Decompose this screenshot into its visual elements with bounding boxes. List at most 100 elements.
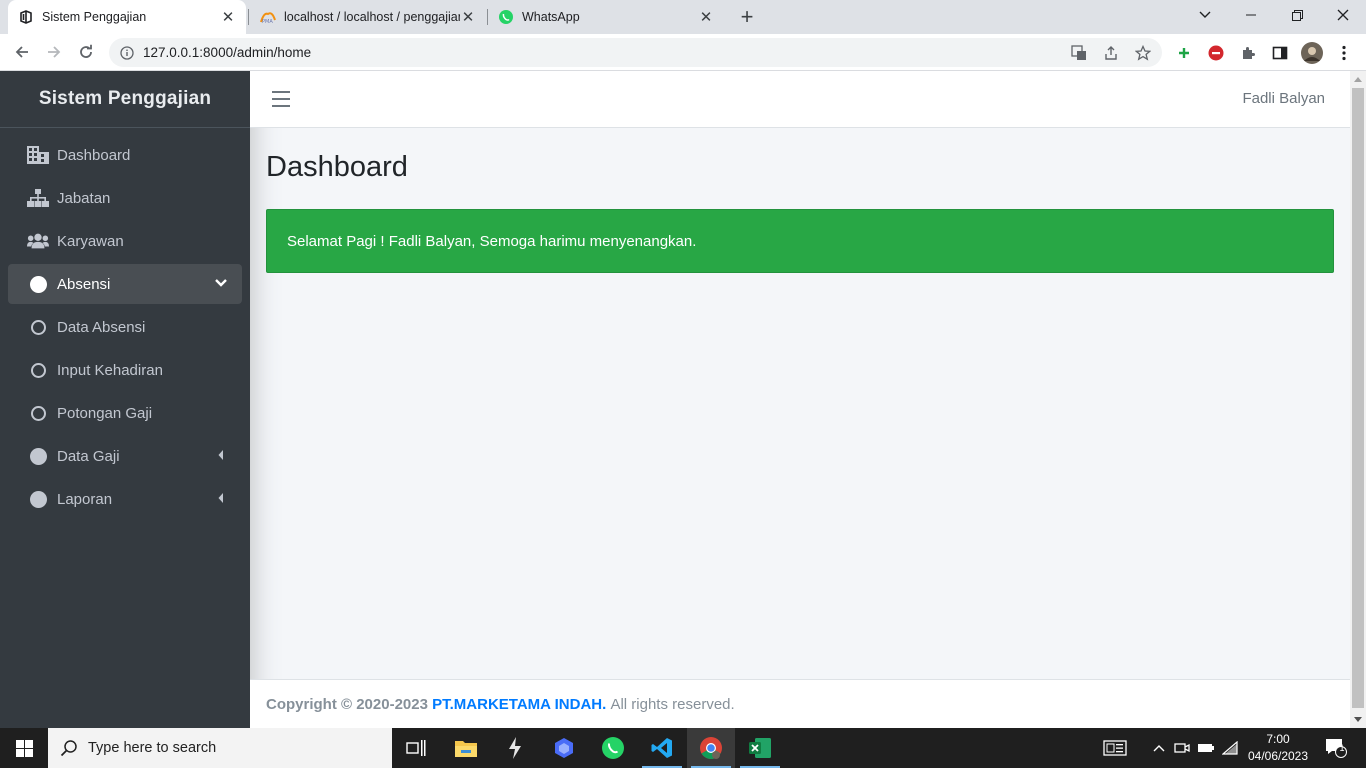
share-icon[interactable] [1102, 44, 1120, 62]
reload-button[interactable] [72, 38, 100, 66]
chevron-left-icon [214, 491, 228, 505]
extension-plus-icon[interactable] [1174, 43, 1194, 63]
chrome-icon[interactable] [687, 728, 735, 768]
windows-start-button[interactable] [0, 728, 48, 768]
sidebar-item-label: Dashboard [57, 146, 131, 164]
building-icon [27, 146, 49, 164]
top-navbar: Fadli Balyan [250, 71, 1350, 128]
vscode-icon[interactable] [638, 728, 686, 768]
company-link[interactable]: PT.MARKETAMA INDAH. [432, 696, 606, 713]
close-tab-icon[interactable]: ✕ [220, 9, 236, 26]
sidebar-item-label: Potongan Gaji [57, 404, 153, 422]
laravel-favicon-icon [18, 9, 34, 25]
windows-taskbar: Type here to search 7:00 04/06/2023 1 [0, 728, 1366, 768]
sidebar-item-jabatan[interactable]: Jabatan [8, 178, 242, 218]
close-window-button[interactable] [1320, 0, 1366, 30]
minimize-button[interactable] [1228, 0, 1274, 30]
sidebar-item-karyawan[interactable]: Karyawan [8, 221, 242, 261]
whatsapp-favicon-icon [498, 9, 514, 25]
new-tab-button[interactable]: + [733, 3, 761, 31]
forward-button[interactable] [40, 38, 68, 66]
clock-date: 04/06/2023 [1247, 749, 1309, 763]
notification-center-icon[interactable]: 1 [1323, 738, 1349, 758]
welcome-alert: Selamat Pagi ! Fadli Balyan, Semoga hari… [266, 209, 1334, 273]
brand-title[interactable]: Sistem Penggajian [0, 71, 250, 128]
sidebar-item-data-absensi[interactable]: Data Absensi [8, 307, 242, 347]
tab-title: WhatsApp [522, 10, 580, 24]
menu-toggle-icon[interactable] [272, 91, 290, 107]
sidebar-item-input-kehadiran[interactable]: Input Kehadiran [8, 350, 242, 390]
excel-icon[interactable] [736, 728, 784, 768]
sidebar-item-label: Input Kehadiran [57, 361, 163, 379]
address-bar[interactable]: 127.0.0.1:8000/admin/home [109, 38, 1162, 67]
notification-count: 1 [1339, 743, 1345, 753]
profile-avatar[interactable] [1300, 41, 1324, 65]
sidebar-item-laporan[interactable]: Laporan [8, 479, 242, 519]
sitemap-icon [27, 189, 49, 207]
browser-tab-strip: Sistem Penggajian ✕ PMA localhost / loca… [0, 0, 1366, 34]
sidebar-item-data-gaji[interactable]: Data Gaji [8, 436, 242, 476]
file-explorer-icon[interactable] [442, 728, 490, 768]
side-panel-icon[interactable] [1270, 43, 1290, 63]
extension-shield-icon[interactable] [1206, 43, 1226, 63]
chrome-menu-icon[interactable] [1334, 43, 1354, 63]
sidebar: Sistem Penggajian Dashboard Jabatan Kary… [0, 71, 250, 728]
circle-icon [27, 275, 49, 293]
whatsapp-app-icon[interactable] [589, 728, 637, 768]
restore-button[interactable] [1274, 0, 1320, 30]
taskbar-search-box[interactable]: Type here to search [48, 728, 392, 768]
chevron-down-icon [214, 276, 228, 290]
translate-icon[interactable] [1070, 44, 1088, 62]
tab-title: Sistem Penggajian [42, 10, 147, 24]
taskbar-clock[interactable]: 7:00 04/06/2023 [1243, 731, 1313, 765]
tab-title: localhost / localhost / penggajian [284, 10, 460, 24]
news-widget-icon[interactable] [1103, 738, 1127, 758]
close-tab-icon[interactable]: ✕ [698, 9, 714, 26]
circle-icon [27, 447, 49, 465]
circle-outline-icon [27, 319, 49, 335]
main-content: Fadli Balyan Dashboard Selamat Pagi ! Fa… [250, 71, 1350, 728]
tab-whatsapp[interactable]: WhatsApp ✕ [488, 0, 724, 34]
bookmark-star-icon[interactable] [1134, 44, 1152, 62]
alert-text: Selamat Pagi ! Fadli Balyan, Semoga hari… [287, 232, 697, 250]
tab-phpmyadmin[interactable]: PMA localhost / localhost / penggajian ✕ [250, 0, 486, 34]
code-editor-icon[interactable] [491, 728, 539, 768]
sidebar-item-label: Karyawan [57, 232, 124, 250]
camera-icon[interactable] [1172, 738, 1192, 758]
back-button[interactable] [8, 38, 36, 66]
show-hidden-icons-chevron-icon[interactable] [1149, 738, 1169, 758]
svg-text:PMA: PMA [262, 19, 273, 24]
page-scrollbar[interactable] [1350, 71, 1366, 728]
task-view-icon[interactable] [392, 728, 440, 768]
chevron-left-icon [214, 448, 228, 462]
tab-search-chevron-icon[interactable] [1182, 0, 1228, 30]
site-info-icon[interactable] [119, 45, 135, 61]
sidebar-item-label: Absensi [57, 275, 111, 293]
page-title: Dashboard [266, 151, 408, 183]
web-page: Sistem Penggajian Dashboard Jabatan Kary… [0, 71, 1366, 728]
copilot-icon[interactable] [540, 728, 588, 768]
tab-sistem-penggajian[interactable]: Sistem Penggajian ✕ [8, 0, 246, 34]
users-icon [27, 232, 49, 250]
scroll-down-arrow-icon[interactable] [1354, 717, 1362, 722]
sidebar-item-label: Jabatan [57, 189, 111, 207]
scroll-up-arrow-icon[interactable] [1354, 77, 1362, 82]
circle-outline-icon [27, 405, 49, 421]
search-placeholder: Type here to search [88, 740, 217, 756]
extensions-puzzle-icon[interactable] [1238, 43, 1258, 63]
circle-icon [27, 490, 49, 508]
sidebar-item-absensi[interactable]: Absensi [8, 264, 242, 304]
scrollbar-thumb[interactable] [1352, 88, 1364, 708]
close-tab-icon[interactable]: ✕ [460, 9, 476, 26]
browser-toolbar: 127.0.0.1:8000/admin/home [0, 34, 1366, 71]
user-name[interactable]: Fadli Balyan [1242, 90, 1325, 107]
sidebar-item-label: Laporan [57, 490, 113, 508]
sidebar-item-dashboard[interactable]: Dashboard [8, 135, 242, 175]
sidebar-item-label: Data Gaji [57, 447, 120, 465]
sidebar-item-potongan-gaji[interactable]: Potongan Gaji [8, 393, 242, 433]
sidebar-nav: Dashboard Jabatan Karyawan Absensi Data … [8, 135, 242, 522]
clock-time: 7:00 [1266, 732, 1290, 746]
rights-text: All rights reserved. [610, 695, 735, 713]
battery-icon[interactable] [1196, 738, 1216, 758]
network-icon[interactable] [1220, 738, 1240, 758]
